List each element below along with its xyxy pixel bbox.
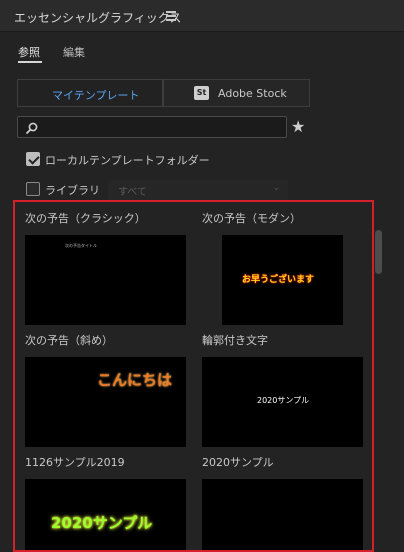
template-name: 1126サンプル2019 [25, 456, 125, 469]
library-filter[interactable]: ライブラリ [26, 180, 106, 198]
library-label: ライブラリ [45, 184, 100, 197]
library-checkbox[interactable] [26, 182, 40, 196]
library-dropdown[interactable]: すべて ⌄ [108, 180, 288, 200]
scrollbar-thumb[interactable] [375, 230, 382, 274]
tab-bar: 参照 編集 [0, 40, 404, 64]
hamburger-icon[interactable] [166, 11, 176, 21]
local-templates-checkbox[interactable] [26, 152, 40, 166]
adobe-stock-label: Adobe Stock [218, 87, 287, 100]
template-item[interactable]: 次の予告（クラシック） 次の予告タイトル [25, 210, 190, 328]
my-templates-label: マイテンプレート [52, 89, 140, 102]
template-name: 2020サンプル [202, 456, 274, 469]
panel-title: エッセンシャルグラフィックス [14, 11, 182, 25]
template-thumbnail: こんにちは [25, 357, 186, 447]
template-name: 輪郭付き文字 [202, 334, 268, 347]
template-item[interactable]: 次の予告（斜め） こんにちは [25, 332, 190, 450]
thumbnail-text: こんにちは [97, 371, 173, 389]
local-templates-filter[interactable]: ローカルテンプレートフォルダー [26, 150, 246, 168]
template-item[interactable]: 次の予告（モダン） お早うございます [202, 210, 367, 328]
template-thumbnail: 次の予告タイトル [25, 235, 186, 325]
template-item[interactable]: 輪郭付き文字 2020サンプル [202, 332, 367, 450]
template-grid: 次の予告（クラシック） 次の予告タイトル 次の予告（モダン） お早うございます … [13, 200, 374, 552]
thumbnail-text: 2020サンプル [257, 396, 310, 405]
scrollbar[interactable] [374, 230, 382, 550]
star-icon[interactable]: ★ [291, 117, 305, 137]
template-name: 次の予告（クラシック） [25, 212, 146, 225]
active-tab-indicator [18, 61, 42, 63]
template-name: 次の予告（斜め） [25, 334, 113, 347]
panel-header: エッセンシャルグラフィックス [0, 0, 404, 32]
library-dropdown-value: すべて [118, 187, 147, 198]
my-templates-button[interactable]: マイテンプレート [17, 79, 163, 107]
search-input[interactable] [17, 116, 287, 138]
template-thumbnail: 2020サンプル [25, 479, 186, 550]
template-item[interactable]: 2020サンプル [202, 454, 367, 550]
adobe-stock-icon: St [194, 86, 209, 100]
tab-browse[interactable]: 参照 [18, 44, 40, 60]
adobe-stock-button[interactable]: St Adobe Stock [163, 79, 310, 107]
thumbnail-text: 次の予告タイトル [65, 243, 97, 248]
search-icon [26, 122, 38, 134]
template-name: 次の予告（モダン） [202, 212, 301, 225]
chevron-down-icon: ⌄ [272, 183, 280, 193]
thumbnail-text: お早うございます [242, 275, 315, 285]
template-item[interactable]: 1126サンプル2019 2020サンプル [25, 454, 190, 550]
thumbnail-text: 2020サンプル [51, 514, 153, 532]
template-thumbnail: お早うございます [222, 235, 343, 325]
local-templates-label: ローカルテンプレートフォルダー [45, 154, 210, 167]
template-thumbnail: 2020サンプル [202, 357, 363, 447]
template-thumbnail [202, 479, 363, 550]
tab-edit[interactable]: 編集 [63, 44, 85, 60]
